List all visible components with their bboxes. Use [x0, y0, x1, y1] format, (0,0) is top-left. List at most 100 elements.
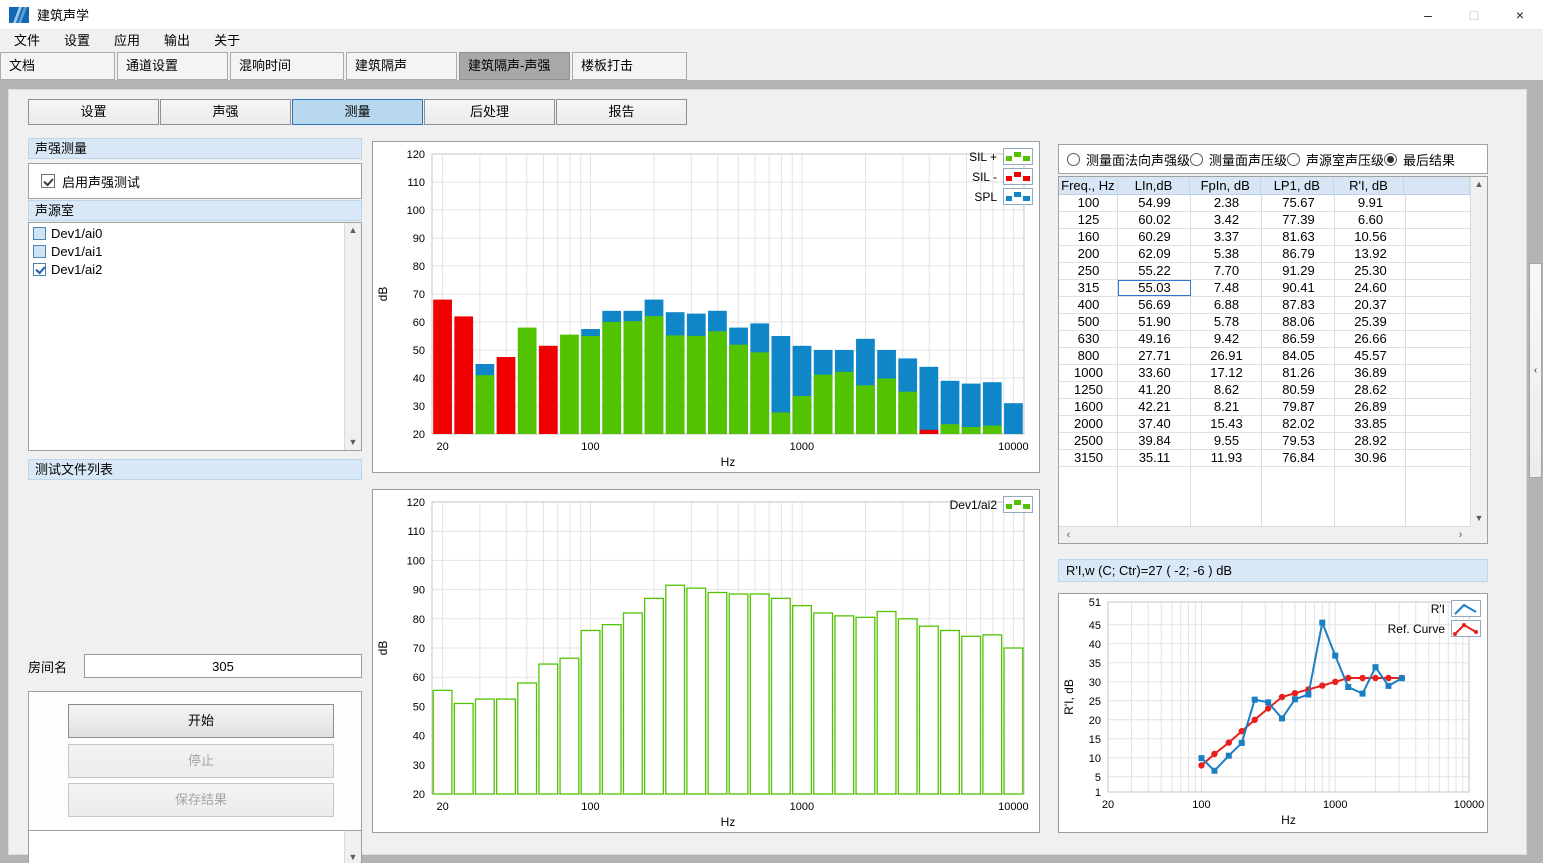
channel-checkbox[interactable]: [33, 227, 46, 240]
scroll-down-icon[interactable]: ▼: [345, 435, 361, 450]
radio-button[interactable]: [1384, 153, 1397, 166]
table-cell[interactable]: 6.88: [1191, 297, 1262, 313]
table-cell[interactable]: 81.63: [1262, 229, 1335, 245]
table-cell[interactable]: 26.89: [1335, 399, 1406, 415]
table-cell[interactable]: 8.21: [1191, 399, 1262, 415]
table-horizontal-scrollbar[interactable]: ‹ ›: [1059, 526, 1470, 543]
table-cell[interactable]: 3150: [1059, 450, 1118, 466]
table-cell[interactable]: 81.26: [1262, 365, 1335, 381]
table-cell[interactable]: 82.02: [1262, 416, 1335, 432]
menu-item[interactable]: 应用: [102, 30, 152, 52]
result-view-radio[interactable]: 测量面声压级: [1190, 150, 1287, 169]
table-cell[interactable]: 79.53: [1262, 433, 1335, 449]
sub-tab[interactable]: 报告: [556, 99, 687, 125]
table-cell[interactable]: 9.42: [1191, 331, 1262, 347]
channel-checkbox[interactable]: [33, 263, 46, 276]
legend-item[interactable]: Dev1/ai2: [950, 496, 1033, 513]
table-cell[interactable]: 8.62: [1191, 382, 1262, 398]
table-cell[interactable]: 200: [1059, 246, 1118, 262]
scroll-down-icon[interactable]: ▼: [1471, 511, 1487, 526]
legend-item[interactable]: R'I: [1388, 600, 1481, 617]
table-cell[interactable]: 315: [1059, 280, 1118, 296]
table-cell[interactable]: 2500: [1059, 433, 1118, 449]
legend-item[interactable]: Ref. Curve: [1388, 620, 1481, 637]
table-cell[interactable]: 3.42: [1191, 212, 1262, 228]
table-cell[interactable]: 1250: [1059, 382, 1118, 398]
table-cell[interactable]: 91.29: [1262, 263, 1335, 279]
table-cell[interactable]: 30.96: [1335, 450, 1406, 466]
table-header-cell[interactable]: LIn,dB: [1118, 177, 1191, 194]
table-cell[interactable]: 56.69: [1118, 297, 1191, 313]
table-cell[interactable]: 10.56: [1335, 229, 1406, 245]
table-cell[interactable]: 60.02: [1118, 212, 1191, 228]
table-cell[interactable]: 27.71: [1118, 348, 1191, 364]
table-cell[interactable]: 90.41: [1262, 280, 1335, 296]
main-tab[interactable]: 通道设置: [117, 52, 228, 80]
table-cell[interactable]: 87.83: [1262, 297, 1335, 313]
table-cell[interactable]: 55.22: [1118, 263, 1191, 279]
radio-button[interactable]: [1067, 153, 1080, 166]
table-header-cell[interactable]: LP1, dB: [1261, 177, 1334, 194]
main-tab[interactable]: 混响时间: [230, 52, 344, 80]
table-cell[interactable]: 9.55: [1191, 433, 1262, 449]
scroll-up-icon[interactable]: ▲: [345, 223, 361, 238]
table-cell[interactable]: 7.48: [1191, 280, 1262, 296]
sub-tab[interactable]: 声强: [160, 99, 291, 125]
table-cell[interactable]: 630: [1059, 331, 1118, 347]
table-cell[interactable]: 25.30: [1335, 263, 1406, 279]
channel-checkbox[interactable]: [33, 245, 46, 258]
result-view-radio[interactable]: 最后结果: [1384, 150, 1479, 169]
menu-item[interactable]: 关于: [202, 30, 252, 52]
table-cell[interactable]: 75.67: [1262, 195, 1335, 211]
table-cell[interactable]: 6.60: [1335, 212, 1406, 228]
table-cell[interactable]: 77.39: [1262, 212, 1335, 228]
table-cell[interactable]: 36.89: [1335, 365, 1406, 381]
main-tab[interactable]: 楼板打击: [572, 52, 687, 80]
table-cell[interactable]: 160: [1059, 229, 1118, 245]
table-header-cell[interactable]: [1404, 177, 1470, 194]
table-cell[interactable]: 2000: [1059, 416, 1118, 432]
table-cell[interactable]: 11.93: [1191, 450, 1262, 466]
scroll-left-icon[interactable]: ‹: [1061, 527, 1076, 543]
table-cell[interactable]: 500: [1059, 314, 1118, 330]
table-cell[interactable]: 33.60: [1118, 365, 1191, 381]
table-cell[interactable]: 100: [1059, 195, 1118, 211]
legend-item[interactable]: SIL +: [969, 148, 1033, 165]
table-cell[interactable]: 80.59: [1262, 382, 1335, 398]
room-name-input[interactable]: [84, 654, 362, 678]
table-cell[interactable]: 39.84: [1118, 433, 1191, 449]
table-cell[interactable]: 41.20: [1118, 382, 1191, 398]
table-cell[interactable]: 9.91: [1335, 195, 1406, 211]
table-header-cell[interactable]: Freq., Hz: [1059, 177, 1118, 194]
table-vertical-scrollbar[interactable]: ▲ ▼: [1470, 177, 1487, 526]
maximize-button[interactable]: □: [1451, 0, 1497, 29]
scroll-right-icon[interactable]: ›: [1453, 527, 1468, 543]
table-cell[interactable]: 86.79: [1262, 246, 1335, 262]
table-cell[interactable]: 400: [1059, 297, 1118, 313]
table-cell[interactable]: 86.59: [1262, 331, 1335, 347]
table-cell[interactable]: 24.60: [1335, 280, 1406, 296]
table-cell[interactable]: 7.70: [1191, 263, 1262, 279]
table-cell[interactable]: 55.03: [1118, 280, 1191, 296]
table-cell[interactable]: 125: [1059, 212, 1118, 228]
table-cell[interactable]: 49.16: [1118, 331, 1191, 347]
menu-item[interactable]: 输出: [152, 30, 202, 52]
channel-item[interactable]: Dev1/ai1: [29, 242, 344, 260]
table-header-cell[interactable]: FpIn, dB: [1190, 177, 1261, 194]
channel-list-scrollbar[interactable]: ▲ ▼: [344, 223, 361, 450]
table-cell[interactable]: 800: [1059, 348, 1118, 364]
legend-item[interactable]: SPL: [969, 188, 1033, 205]
table-cell[interactable]: 79.87: [1262, 399, 1335, 415]
table-cell[interactable]: 33.85: [1335, 416, 1406, 432]
table-cell[interactable]: 45.57: [1335, 348, 1406, 364]
table-cell[interactable]: 28.62: [1335, 382, 1406, 398]
table-cell[interactable]: 62.09: [1118, 246, 1191, 262]
sub-tab[interactable]: 测量: [292, 99, 423, 125]
table-cell[interactable]: 88.06: [1262, 314, 1335, 330]
enable-si-test-checkbox[interactable]: [41, 174, 55, 188]
table-cell[interactable]: 15.43: [1191, 416, 1262, 432]
table-cell[interactable]: 51.90: [1118, 314, 1191, 330]
table-cell[interactable]: 60.29: [1118, 229, 1191, 245]
table-cell[interactable]: 17.12: [1191, 365, 1262, 381]
table-cell[interactable]: 54.99: [1118, 195, 1191, 211]
